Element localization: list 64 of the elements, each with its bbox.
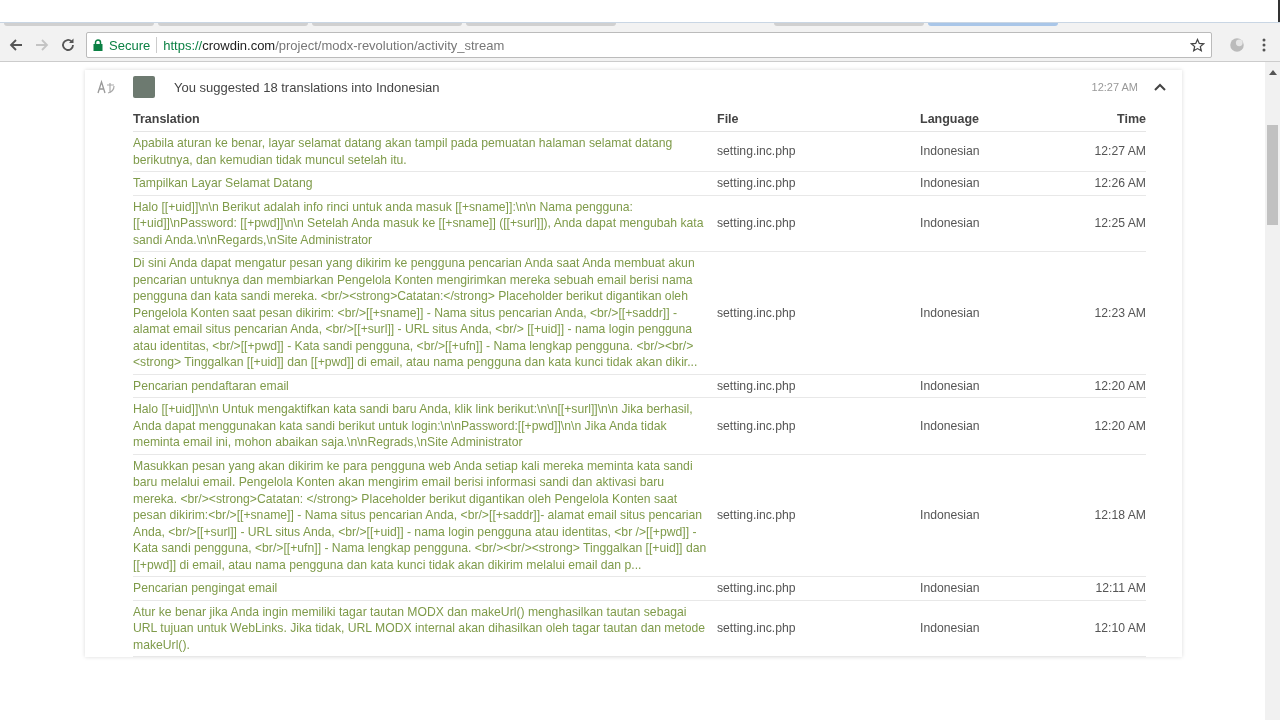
activity-summary: You suggested 18 translations into Indonesian [174,79,441,95]
language-cell: Indonesian [920,251,1070,374]
translation-cell[interactable]: Atur ke benar jika Anda ingin memiliki tagar tautan MODX dan makeUrl() menghasilkan tautan sebagai URL tujuan untuk WebLinks. Jika tidak, URL MODX internal akan dihasilkan oleh tagar tautan dan metode makeUrl(). [133,600,717,657]
scrollbar[interactable] [1265,62,1280,720]
time-cell: 12:20 AM [1070,374,1146,398]
translation-cell[interactable]: Tampilkan Layar Selamat Datang [133,171,717,195]
url-text: https://crowdin.com/project/modx-revolution/activity_stream [163,37,506,53]
translation-cell[interactable]: Halo [[+uid]]\n\n Untuk mengaktifkan kata sandi baru Anda, klik link berikut:\n\n[[+surl]]\n\n Jika berhasil, Anda dapat menggunakan kata sandi berikut untuk login:\n\nPassword:[[+pwd]]\n\n Jika Anda tidak meminta email ini, mohon abaikan saja.\n\nRegrads,\nSite Administrator [133,397,717,454]
language-cell: Indonesian [920,374,1070,398]
file-cell: setting.inc.php [717,454,920,577]
scroll-up-icon[interactable] [1268,70,1277,75]
secure-label: Secure [109,37,151,53]
time-cell: 12:25 AM [1070,195,1146,252]
file-cell: setting.inc.php [717,600,920,657]
extension-icon[interactable] [1228,36,1246,54]
column-header: Language [920,108,1070,132]
back-icon[interactable] [8,37,24,53]
translation-cell[interactable]: Di sini Anda dapat mengatur pesan yang dikirim ke pengguna pencarian Anda saat Anda membuat akun pencarian untuknya dan membiarkan Pengelola Konten mengirimkan mereka sebuah email berisi nama pengguna dan kata sandi mereka. <br/><strong>Catatan:</strong> Placeholder berikut digantikan oleh Pengelola Konten saat pesan dikirim: <br/>[[+sname]] - Nama situs pencarian Anda, <br/>[[+saddr]] - alamat email situs pencarian Anda, <br/>[[+surl]] - URL situs Anda, <br/> [[+uid]] - nama login pengguna atau identitas, <br/>[[+pwd]] - Kata sandi pengguna, <br/>[[+ufn]] - Nama lengkap pengguna. <br/><br/><strong> Tinggalkan [[+uid]] dan [[+pwd]] di email, atau nama pengguna dan kata kunci tidak akan dikir... [133,251,717,374]
column-header: Time [1070,108,1146,132]
column-header: File [717,108,920,132]
translation-cell[interactable]: Apabila aturan ke benar, layar selamat datang akan tampil pada pemuatan halaman selamat datang berikutnya, dan kemudian tidak muncul setelah itu. [133,131,717,172]
translate-icon [97,79,117,95]
language-cell: Indonesian [920,171,1070,195]
browser-tab[interactable] [312,23,462,26]
activity-time: 12:27 AM [1091,81,1138,93]
language-cell: Indonesian [920,131,1070,172]
time-cell: 12:27 AM [1070,131,1146,172]
browser-tab[interactable] [466,23,616,26]
file-cell: setting.inc.php [717,195,920,252]
browser-tab[interactable] [774,23,924,26]
language-cell: Indonesian [920,195,1070,252]
address-bar[interactable]: Secure https://crowdin.com/project/modx-revolution/activity_stream [86,32,1212,58]
time-cell: 12:23 AM [1070,251,1146,374]
menu-icon[interactable] [1262,37,1266,53]
file-cell: setting.inc.php [717,397,920,454]
language-cell: Indonesian [920,576,1070,600]
file-cell: setting.inc.php [717,171,920,195]
lock-icon [93,39,103,51]
browser-tab[interactable] [158,23,308,26]
language-cell: Indonesian [920,454,1070,577]
translation-cell[interactable]: Masukkan pesan yang akan dikirim ke para pengguna web Anda setiap kali mereka meminta kata sandi baru melalui email. Pengelola Konten akan mengirim email berisi informasi sandi dan aktivasi baru mereka. <br/><strong>Catatan: </strong> Placeholder berikut digantikan oleh Pengelola Konten saat pesan dikirim:<br/>[[+sname]] - Nama situs pencarian Anda, <br/>[[+saddr]]- alamat email situs pencarian Anda, <br/>[[+surl]] - URL situs Anda, <br/>[[+uid]] - nama login pengguna atau identitas, <br />[[+pwd]] - Kata sandi pengguna, <br/>[[+ufn]] - Nama lengkap pengguna. <br/><br/><strong> Tinggalkan [[+uid]] dan [[+pwd]] di email, atau nama pengguna dan kata kunci tidak akan dikirim melalui email dan p... [133,454,717,577]
browser-tab[interactable] [928,23,1058,26]
time-cell: 12:20 AM [1070,397,1146,454]
file-cell: setting.inc.php [717,131,920,172]
file-cell: setting.inc.php [717,576,920,600]
translation-cell[interactable]: Halo [[+uid]]\n\n Berikut adalah info rinci untuk anda masuk [[+sname]]:\n\n Nama pengguna: [[+uid]]\nPassword: [[+pwd]]\n\n Setelah Anda masuk ke [[+sname]] ([[+surl]]), Anda dapat mengubah kata sandi Anda.\n\nRegards,\nSite Administrator [133,195,717,252]
star-icon[interactable] [1190,37,1205,53]
time-cell: 12:18 AM [1070,454,1146,577]
language-cell: Indonesian [920,397,1070,454]
reload-icon[interactable] [60,37,76,53]
translation-cell[interactable]: Pencarian pengingat email [133,576,717,600]
time-cell: 12:26 AM [1070,171,1146,195]
file-cell: setting.inc.php [717,251,920,374]
time-cell: 12:11 AM [1070,576,1146,600]
avatar [133,76,155,98]
column-header: Translation [133,108,717,132]
language-cell: Indonesian [920,600,1070,657]
time-cell: 12:10 AM [1070,600,1146,657]
file-cell: setting.inc.php [717,374,920,398]
caret-icon[interactable] [1154,83,1166,91]
browser-tab[interactable] [4,23,154,26]
forward-icon[interactable] [34,37,50,53]
scrollbar-thumb[interactable] [1267,125,1278,225]
translation-cell[interactable]: Pencarian pendaftaran email [133,374,717,398]
